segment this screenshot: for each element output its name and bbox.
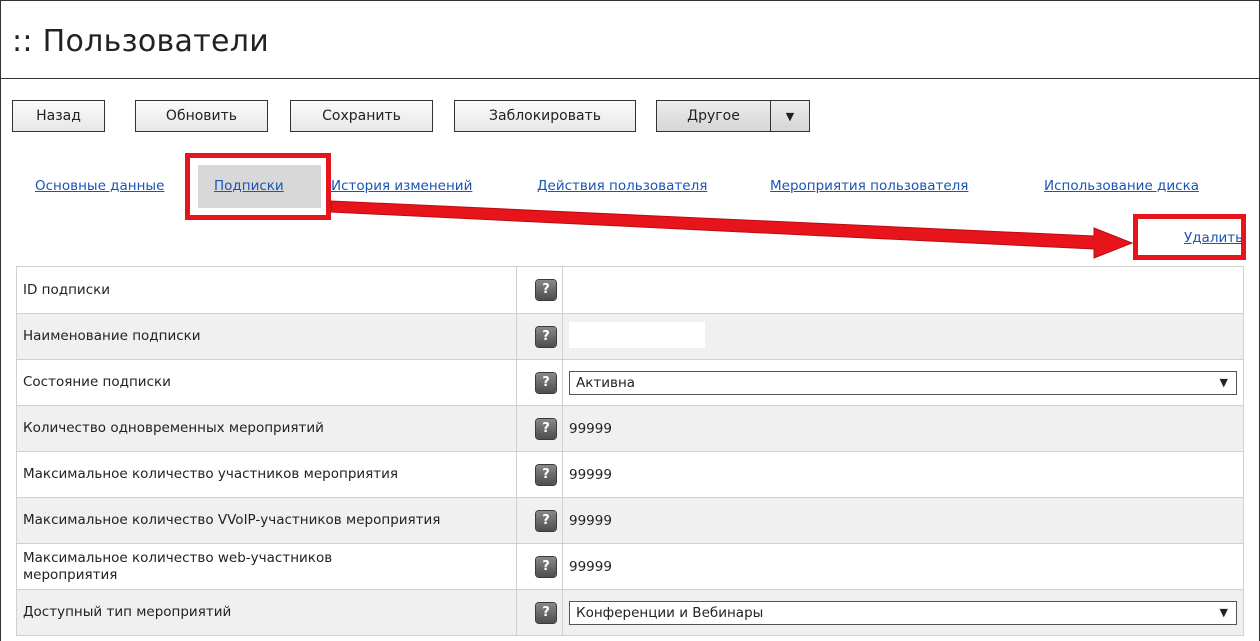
row-value: 99999 <box>562 543 1244 590</box>
row-label: Состояние подписки <box>16 359 517 406</box>
table-row: Количество одновременных мероприятий ? 9… <box>16 405 1244 452</box>
help-icon[interactable]: ? <box>536 556 556 577</box>
help-icon[interactable]: ? <box>536 510 556 531</box>
select-value: Конференции и Вебинары <box>576 604 764 621</box>
help-icon[interactable]: ? <box>536 326 556 347</box>
chevron-down-icon: ▼ <box>785 109 795 123</box>
row-value: 99999 <box>562 405 1244 452</box>
row-label: Количество одновременных мероприятий <box>16 405 517 452</box>
row-label: Максимальное количество участников мероп… <box>16 451 517 498</box>
help-icon[interactable]: ? <box>536 418 556 439</box>
row-label: ID подписки <box>16 266 517 314</box>
row-value: 99999 <box>562 497 1244 544</box>
refresh-button[interactable]: Обновить <box>135 100 268 132</box>
row-label: Наименование подписки <box>16 313 517 360</box>
tab-main-data[interactable]: Основные данные <box>35 178 164 194</box>
help-icon[interactable]: ? <box>536 464 556 485</box>
subscription-properties-table: ID подписки ? Наименование подписки ? Со… <box>16 266 1244 636</box>
tab-user-events[interactable]: Мероприятия пользователя <box>770 178 968 194</box>
subscription-id-value <box>562 266 1244 314</box>
table-row: Максимальное количество web-участников м… <box>16 543 1244 590</box>
row-label: Максимальное количество web-участников м… <box>23 549 333 583</box>
tab-history[interactable]: История изменений <box>331 178 472 194</box>
annotation-box-subscriptions <box>185 153 331 220</box>
back-button[interactable]: Назад <box>12 100 105 132</box>
table-row: Наименование подписки ? <box>16 313 1244 360</box>
save-button[interactable]: Сохранить <box>290 100 433 132</box>
subscription-state-select[interactable]: Активна ▼ <box>569 370 1237 395</box>
other-button[interactable]: Другое <box>656 100 771 132</box>
other-dropdown-toggle[interactable]: ▼ <box>770 100 810 132</box>
chevron-down-icon: ▼ <box>1219 376 1228 389</box>
tab-disk-usage[interactable]: Использование диска <box>1044 178 1199 194</box>
row-label: Максимальное количество VVoIP-участников… <box>23 512 441 528</box>
table-row: Максимальное количество VVoIP-участников… <box>16 497 1244 544</box>
annotation-box-delete <box>1133 214 1246 260</box>
row-value: 99999 <box>562 451 1244 498</box>
table-row: Доступный тип мероприятий ? Конференции … <box>16 589 1244 636</box>
table-row: Максимальное количество участников мероп… <box>16 451 1244 498</box>
block-button[interactable]: Заблокировать <box>454 100 636 132</box>
table-row: ID подписки ? <box>16 266 1244 314</box>
help-icon[interactable]: ? <box>536 602 556 623</box>
table-row: Состояние подписки ? Активна ▼ <box>16 359 1244 406</box>
tab-user-actions[interactable]: Действия пользователя <box>537 178 707 194</box>
help-icon[interactable]: ? <box>536 372 556 393</box>
row-label: Доступный тип мероприятий <box>16 589 517 636</box>
event-type-select[interactable]: Конференции и Вебинары ▼ <box>569 600 1237 625</box>
page-title: :: Пользователи <box>12 24 269 59</box>
select-value: Активна <box>576 374 636 391</box>
chevron-down-icon: ▼ <box>1219 606 1228 619</box>
help-icon[interactable]: ? <box>536 280 556 300</box>
subscription-name-field[interactable] <box>569 321 705 348</box>
title-divider <box>0 78 1260 79</box>
